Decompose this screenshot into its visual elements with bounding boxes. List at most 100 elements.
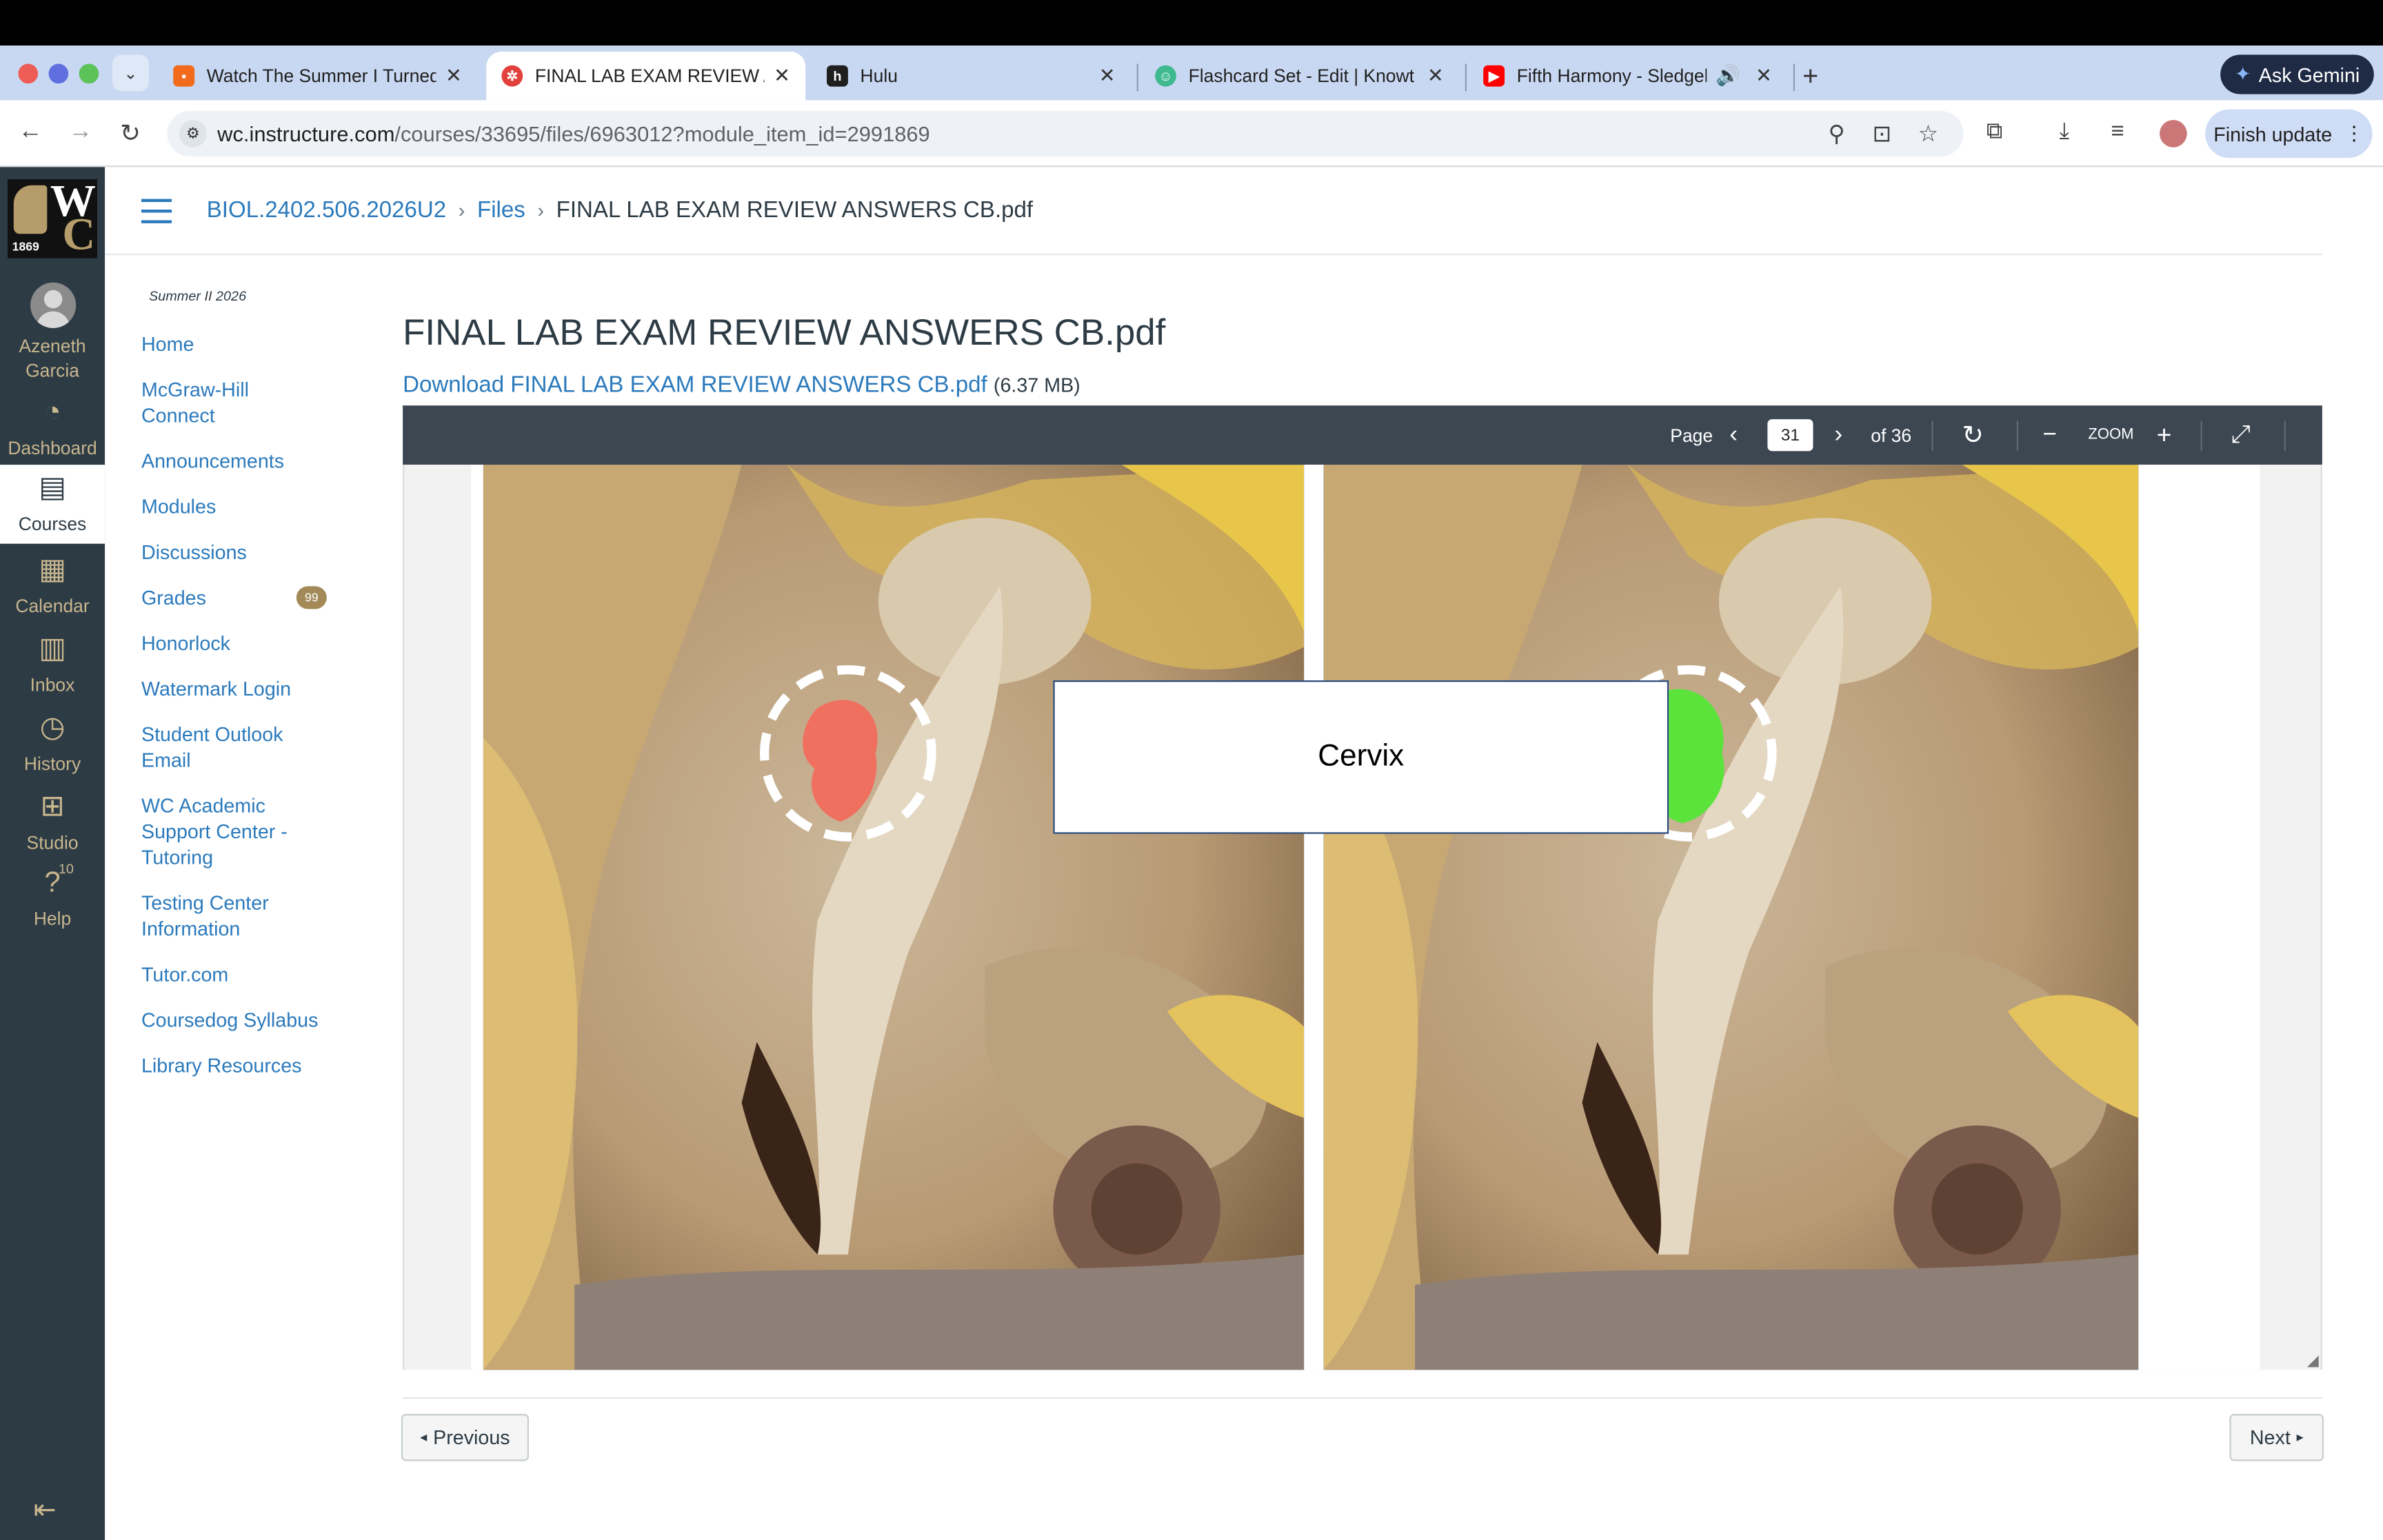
course-nav-announcements[interactable]: Announcements bbox=[141, 448, 339, 474]
download-icon[interactable]: ⤓ bbox=[2060, 119, 2070, 144]
global-nav-calendar[interactable]: ▦ Calendar bbox=[0, 553, 105, 618]
browser-tab[interactable]: ☺ Flashcard Set - Edit | Knowt ✕ bbox=[1140, 52, 1459, 101]
global-nav-help[interactable]: ? 10 Help bbox=[0, 861, 105, 931]
global-nav-history[interactable]: ◷ History bbox=[0, 711, 105, 776]
chevron-left-icon: ‹ bbox=[1729, 421, 1738, 447]
nav-label: Help bbox=[33, 908, 72, 930]
next-module-item-button[interactable]: Next ▸ bbox=[2229, 1414, 2324, 1461]
course-nav-library[interactable]: Library Resources bbox=[141, 1053, 339, 1078]
course-nav-mcgraw-hill[interactable]: McGraw-Hill Connect bbox=[141, 376, 278, 428]
tab-favicon-icon: ☺ bbox=[1155, 65, 1176, 87]
extensions-icon[interactable]: ⧉ bbox=[1987, 119, 2003, 144]
breadcrumb-course-link[interactable]: BIOL.2402.506.2026U2 bbox=[207, 197, 446, 223]
media-controls-icon[interactable]: ≡ bbox=[2111, 119, 2124, 144]
chevron-down-icon: ⌄ bbox=[123, 64, 138, 83]
tab-divider bbox=[1136, 63, 1138, 92]
ask-gemini-button[interactable]: ✦ Ask Gemini bbox=[2220, 54, 2374, 94]
browser-tab-active[interactable]: ✲ FINAL LAB EXAM REVIEW AN ✕ bbox=[486, 51, 806, 101]
close-window-button[interactable] bbox=[18, 63, 39, 84]
browser-tab[interactable]: ▶ Fifth Harmony - Sledgeha 🔊 ✕ bbox=[1468, 52, 1787, 101]
course-nav-label: Tutor.com bbox=[141, 962, 229, 986]
course-nav-watermark[interactable]: Watermark Login bbox=[141, 676, 339, 701]
minimize-window-button[interactable] bbox=[48, 63, 69, 84]
tab-title: Hulu bbox=[860, 65, 898, 87]
account-name: Azeneth Garcia bbox=[19, 335, 86, 382]
tab-title: Flashcard Set - Edit | Knowt bbox=[1188, 65, 1414, 87]
school-logo[interactable]: W C 1869 bbox=[8, 176, 98, 260]
course-nav-coursedog[interactable]: Coursedog Syllabus bbox=[141, 1007, 339, 1033]
caret-left-icon: ◂ bbox=[420, 1429, 428, 1445]
zoom-in-button[interactable]: + bbox=[2157, 405, 2172, 465]
anatomy-photo-left-svg bbox=[483, 465, 1305, 1370]
course-nav-honorlock[interactable]: Honorlock bbox=[141, 630, 339, 656]
close-tab-icon[interactable]: ✕ bbox=[445, 64, 462, 88]
global-nav-account[interactable]: Azeneth Garcia bbox=[0, 282, 105, 383]
back-button[interactable]: ← bbox=[18, 119, 42, 146]
install-app-icon[interactable]: ⊡ bbox=[1872, 120, 1891, 147]
bookmark-star-icon[interactable]: ☆ bbox=[1918, 120, 1939, 147]
close-tab-icon[interactable]: ✕ bbox=[1427, 64, 1444, 88]
minus-icon: − bbox=[2042, 421, 2057, 447]
forward-button[interactable]: → bbox=[68, 119, 92, 146]
browser-tab[interactable]: ▪ Watch The Summer I Turned P ✕ bbox=[158, 52, 477, 101]
global-nav-courses[interactable]: ▤ Courses bbox=[0, 465, 105, 544]
close-tab-icon[interactable]: ✕ bbox=[1756, 64, 1772, 88]
finish-update-button[interactable]: Finish update ⋮ bbox=[2205, 109, 2373, 159]
zoom-label-text: ZOOM bbox=[2088, 427, 2134, 444]
tab-favicon-icon: ✲ bbox=[501, 65, 523, 87]
rotate-button[interactable]: ↻ bbox=[1962, 405, 1983, 465]
course-term: Summer II 2026 bbox=[149, 288, 247, 304]
breadcrumb: BIOL.2402.506.2026U2 › Files › FINAL LAB… bbox=[207, 197, 1033, 223]
address-bar[interactable]: ⚙ wc.instructure.com/courses/33695/files… bbox=[167, 110, 1964, 156]
reload-button[interactable]: ↻ bbox=[120, 119, 141, 149]
site-info-icon[interactable]: ⚙ bbox=[179, 120, 207, 148]
global-nav-studio[interactable]: ⊞ Studio bbox=[0, 790, 105, 855]
zoom-out-button[interactable]: − bbox=[2042, 405, 2057, 465]
fullscreen-button[interactable]: ⤢ bbox=[2231, 405, 2251, 465]
nav-label: Dashboard bbox=[8, 437, 97, 459]
caret-right-icon: ▸ bbox=[2296, 1429, 2304, 1445]
course-nav-outlook[interactable]: Student Outlook Email bbox=[141, 722, 308, 773]
previous-module-item-button[interactable]: ◂ Previous bbox=[401, 1414, 530, 1461]
course-nav-testing-center[interactable]: Testing Center Information bbox=[141, 890, 293, 942]
tab-search-button[interactable]: ⌄ bbox=[112, 54, 150, 92]
close-tab-icon[interactable]: ✕ bbox=[774, 64, 790, 88]
global-nav-inbox[interactable]: ▥ Inbox bbox=[0, 632, 105, 698]
course-nav-label: WC Academic Support Center - Tutoring bbox=[141, 794, 288, 869]
pdf-viewer[interactable]: ◢ bbox=[403, 465, 2322, 1370]
page-label-text: Page bbox=[1670, 424, 1713, 446]
next-page-button[interactable]: › bbox=[1834, 405, 1842, 465]
grades-badge: 99 bbox=[296, 586, 327, 609]
url-host: wc.instructure.com bbox=[217, 121, 395, 146]
browser-tab-strip: ⌄ ▪ Watch The Summer I Turned P ✕ ✲ FINA… bbox=[0, 45, 2383, 101]
course-menu-toggle-icon[interactable] bbox=[141, 199, 172, 231]
course-nav-label: Modules bbox=[141, 495, 217, 518]
resize-handle-icon[interactable]: ◢ bbox=[2307, 1353, 2319, 1370]
header-divider bbox=[105, 253, 2322, 256]
course-nav-academic-support[interactable]: WC Academic Support Center - Tutoring bbox=[141, 793, 308, 870]
maximize-window-button[interactable] bbox=[79, 63, 99, 84]
anatomy-image-right bbox=[1323, 465, 2139, 1370]
url-text[interactable]: wc.instructure.com/courses/33695/files/6… bbox=[217, 121, 930, 145]
previous-page-button[interactable]: ‹ bbox=[1729, 405, 1738, 465]
speaker-icon[interactable]: 🔊 bbox=[1716, 64, 1740, 88]
browser-tab[interactable]: h Hulu ✕ bbox=[812, 52, 1131, 101]
breadcrumb-files-link[interactable]: Files bbox=[477, 197, 525, 223]
download-link[interactable]: Download FINAL LAB EXAM REVIEW ANSWERS C… bbox=[403, 372, 987, 398]
tab-title: FINAL LAB EXAM REVIEW AN bbox=[534, 65, 765, 87]
new-tab-button[interactable]: + bbox=[1802, 61, 1818, 92]
course-nav-discussions[interactable]: Discussions bbox=[141, 539, 339, 565]
zoom-magnifier-icon[interactable]: ⚲ bbox=[1829, 120, 1845, 147]
global-nav-dashboard[interactable]: ◔ Dashboard bbox=[0, 395, 105, 460]
page-number-input[interactable]: 31 bbox=[1767, 419, 1813, 452]
course-nav-home[interactable]: Home bbox=[141, 331, 339, 356]
course-nav-grades[interactable]: Grades 99 bbox=[141, 585, 339, 610]
collapse-nav-icon[interactable]: ⇤ bbox=[33, 1495, 56, 1526]
global-navigation: W C 1869 Azeneth Garcia ◔ Dashboard ▤ Co… bbox=[0, 167, 105, 1540]
nav-label: Courses bbox=[18, 513, 87, 535]
profile-avatar-icon[interactable] bbox=[2160, 120, 2187, 148]
course-nav-modules[interactable]: Modules bbox=[141, 494, 339, 519]
course-nav-tutor[interactable]: Tutor.com bbox=[141, 962, 339, 987]
close-tab-icon[interactable]: ✕ bbox=[1099, 64, 1116, 88]
logo-mark bbox=[13, 185, 48, 234]
